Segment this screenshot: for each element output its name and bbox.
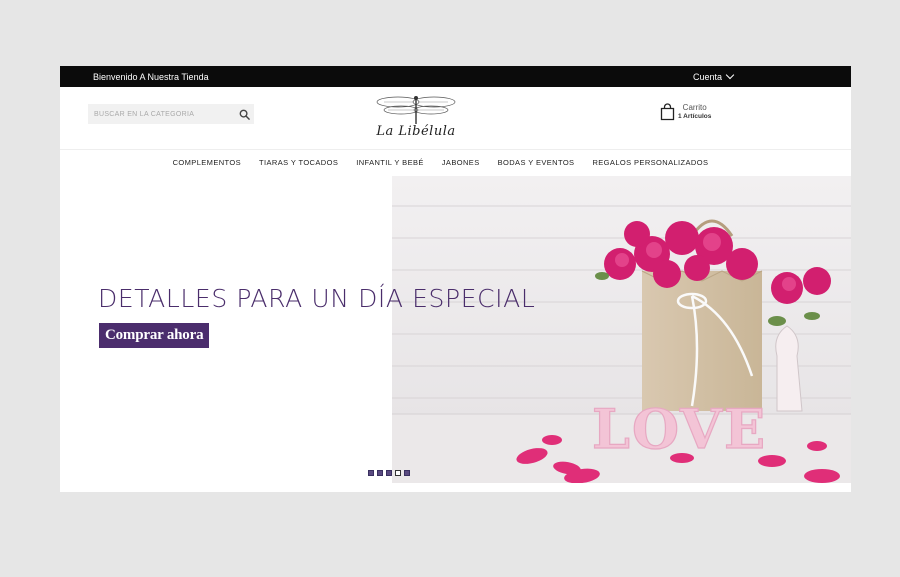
- slide-dot[interactable]: [404, 470, 410, 476]
- nav-item-jabones[interactable]: JABONES: [442, 158, 480, 167]
- welcome-text: Bienvenido A Nuestra Tienda: [93, 71, 209, 82]
- top-bar: Bienvenido A Nuestra Tienda Cuenta: [60, 66, 851, 87]
- nav-item-tiaras-y-tocados[interactable]: TIARAS Y TOCADOS: [259, 158, 338, 167]
- nav-item-bodas-y-eventos[interactable]: BODAS Y EVENTOS: [498, 158, 575, 167]
- cart-summary: Carrito 1 Artículos: [678, 103, 711, 121]
- account-menu[interactable]: Cuenta: [692, 70, 735, 82]
- search-box: [88, 104, 254, 124]
- chevron-down-icon: [725, 70, 735, 80]
- hero-title: DETALLES PARA UN DÍA ESPECIAL: [98, 284, 536, 313]
- hero-image: LOVE: [392, 176, 851, 483]
- slide-dot-active[interactable]: [395, 470, 401, 476]
- site-header: La Libélula Carrito 1 Artículos: [60, 87, 851, 150]
- logo-text: La Libélula: [376, 124, 456, 139]
- hero-slider: LOVE DETALLES PARA UN DÍA ESPECIAL Compr…: [60, 176, 851, 483]
- nav-item-infantil-y-bebe[interactable]: INFANTIL Y BEBÉ: [356, 158, 424, 167]
- slider-pagination: [368, 470, 410, 476]
- nav-item-regalos-personalizados[interactable]: REGALOS PERSONALIZADOS: [592, 158, 708, 167]
- shop-now-button[interactable]: Comprar ahora: [99, 323, 210, 348]
- search-input[interactable]: [88, 109, 234, 119]
- dragonfly-icon: [376, 96, 456, 124]
- cart[interactable]: Carrito 1 Artículos: [660, 103, 711, 121]
- logo[interactable]: La Libélula: [374, 93, 458, 141]
- shopping-bag-icon: [660, 103, 675, 121]
- slide-dot[interactable]: [368, 470, 374, 476]
- store-page: Bienvenido A Nuestra Tienda Cuenta BUSCA…: [60, 66, 851, 492]
- cart-title: Carrito: [682, 103, 707, 112]
- main-nav: COMPLEMENTOS TIARAS Y TOCADOS INFANTIL Y…: [60, 150, 851, 175]
- cart-count: 1 Artículos: [678, 113, 712, 120]
- nav-item-complementos[interactable]: COMPLEMENTOS: [173, 158, 241, 167]
- account-label: Cuenta: [692, 71, 722, 82]
- search-icon[interactable]: [234, 104, 254, 124]
- slide-dot[interactable]: [377, 470, 383, 476]
- love-sign-text: LOVE: [592, 397, 767, 461]
- slide-dot[interactable]: [386, 470, 392, 476]
